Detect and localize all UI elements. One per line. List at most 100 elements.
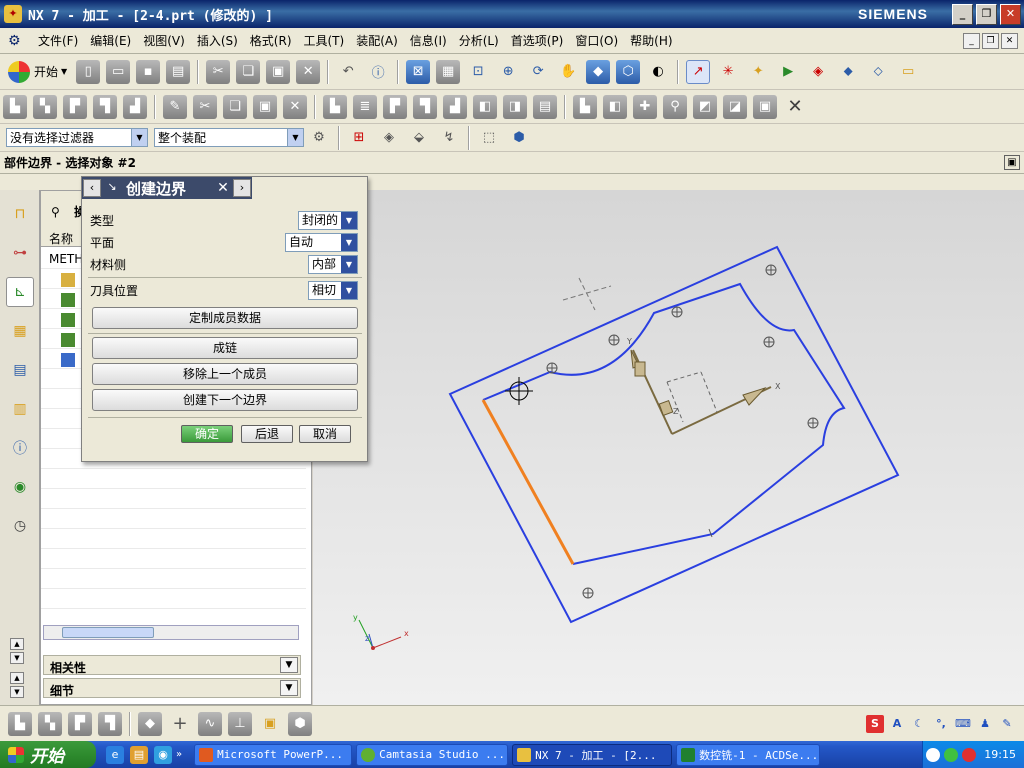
part-color-icon[interactable]: ▣	[258, 712, 282, 736]
menu-analysis[interactable]: 分析(L)	[453, 32, 505, 49]
feed-rate-icon[interactable]: ▙	[573, 94, 597, 119]
ime-chinese-icon[interactable]: A	[888, 715, 906, 733]
menu-view[interactable]: 视图(V)	[137, 32, 191, 49]
shop-doc-icon[interactable]: ⬦	[866, 60, 890, 84]
chevron-down-icon[interactable]: ▼	[280, 657, 298, 673]
operation-navigator-icon[interactable]: ⊾	[6, 277, 34, 307]
scroll-up-icon[interactable]: ▲	[10, 638, 24, 650]
op-geometry-icon[interactable]: ▛	[68, 711, 92, 736]
ie-icon[interactable]: e	[106, 745, 124, 764]
plane-dropdown[interactable]: 自动 ▼	[285, 233, 358, 252]
menu-edit[interactable]: 编辑(E)	[84, 32, 137, 49]
menu-insert[interactable]: 插入(S)	[191, 32, 244, 49]
copy-icon[interactable]: ❏	[236, 59, 261, 84]
print-icon[interactable]: ▤	[166, 59, 191, 84]
gouge-check-icon[interactable]: ◧	[473, 94, 497, 119]
ime-keyboard-icon[interactable]: ⌨	[954, 715, 972, 733]
orient-view-icon[interactable]: ⬡	[616, 59, 641, 84]
chain-button[interactable]: 成链	[92, 337, 358, 359]
ime-moon-icon[interactable]: ☾	[910, 715, 928, 733]
op-tool-icon[interactable]: ▚	[38, 711, 62, 736]
graphics-window[interactable]: Y X Z x y z	[313, 190, 1024, 705]
task-camtasia[interactable]: Camtasia Studio ...	[356, 743, 509, 766]
menu-assembly[interactable]: 装配(A)	[350, 32, 404, 49]
tray-network-icon[interactable]	[944, 747, 959, 762]
selection-filter-dropdown[interactable]: 没有选择过滤器 ▼	[6, 128, 148, 147]
select-curves-icon[interactable]: ↯	[437, 126, 461, 150]
toolpath-verify-icon[interactable]: ▛	[383, 94, 407, 119]
tool-path-transform-icon[interactable]: ✚	[633, 94, 657, 119]
shop-document-icon[interactable]: ▤	[533, 94, 557, 119]
delete-icon[interactable]: ✕	[296, 59, 321, 84]
feature-icon[interactable]: ◆	[138, 711, 162, 736]
minimize-button[interactable]: _	[952, 3, 973, 25]
shading-icon[interactable]: ◐	[646, 60, 670, 84]
pan-icon[interactable]: ✋	[556, 60, 580, 84]
program-order-view-icon[interactable]: ▙	[3, 94, 27, 119]
custom-member-data-button[interactable]: 定制成员数据	[92, 307, 358, 329]
scroll-down-icon[interactable]: ▼	[10, 686, 24, 698]
material-side-dropdown[interactable]: 内部 ▼	[308, 255, 358, 274]
scrollbar-thumb[interactable]	[62, 627, 154, 638]
zoom-window-icon[interactable]: ▦	[436, 59, 461, 84]
save-icon[interactable]: ▪	[136, 59, 161, 84]
task-nx[interactable]: NX 7 - 加工 - [2...	[512, 743, 673, 766]
menu-window[interactable]: 窗口(O)	[569, 32, 624, 49]
rectangle-select-icon[interactable]: ⬚	[477, 126, 501, 150]
copy-object-icon[interactable]: ❏	[223, 94, 247, 119]
back-button[interactable]: 后退	[241, 425, 293, 443]
machine-control-icon[interactable]: ◧	[603, 94, 627, 119]
output-clsf-icon[interactable]: ◨	[503, 94, 527, 119]
delete-object-icon[interactable]: ✕	[283, 94, 307, 119]
reuse-library-icon[interactable]: ▥	[6, 394, 34, 424]
point-icon[interactable]: +	[168, 712, 192, 736]
constraint-navigator-icon[interactable]: ⊶	[6, 238, 34, 268]
toolpath-simulate-icon[interactable]: ▜	[413, 94, 437, 119]
method-view-icon[interactable]: ▜	[93, 94, 117, 119]
undo-icon[interactable]: ↶	[336, 60, 360, 84]
datum-icon[interactable]: ⊥	[228, 711, 252, 736]
navigator-horizontal-scrollbar[interactable]	[43, 625, 299, 640]
scroll-down-icon[interactable]: ▼	[10, 652, 24, 664]
select-body-icon[interactable]: ⬢	[507, 126, 531, 150]
menu-tools[interactable]: 工具(T)	[298, 32, 351, 49]
machine-tool-view-icon[interactable]: ▚	[33, 94, 57, 119]
doc-restore-button[interactable]: ❐	[982, 32, 999, 49]
dependencies-section[interactable]: 相关性 ▼	[43, 655, 301, 675]
information-icon[interactable]: ⓘ	[366, 60, 390, 84]
unblank-icon[interactable]: ◪	[723, 94, 747, 119]
op-method-icon[interactable]: ▜	[98, 711, 122, 736]
pin-icon[interactable]: ⚲	[51, 205, 60, 219]
chevron-left-icon[interactable]: ‹	[83, 179, 101, 197]
menu-format[interactable]: 格式(R)	[244, 32, 298, 49]
menu-help[interactable]: 帮助(H)	[624, 32, 678, 49]
new-file-icon[interactable]: ▯	[76, 59, 101, 84]
wcs-origin-icon[interactable]: ✳	[716, 60, 740, 84]
tray-arrow-icon[interactable]	[926, 747, 941, 762]
close-button[interactable]: ✕	[1000, 3, 1021, 25]
chevron-right-icon[interactable]: »	[176, 749, 182, 760]
wcs-dynamic-icon[interactable]: ↗	[686, 59, 711, 84]
verify-path-icon[interactable]: ◈	[806, 60, 830, 84]
toolpath-delete-icon[interactable]: ▟	[443, 94, 467, 119]
create-next-boundary-button[interactable]: 创建下一个边界	[92, 389, 358, 411]
details-section[interactable]: 细节 ▼	[43, 678, 301, 698]
open-file-icon[interactable]: ▭	[106, 59, 131, 84]
cancel-button[interactable]: 取消	[299, 425, 351, 443]
scroll-up-icon[interactable]: ▲	[10, 672, 24, 684]
fit-view-icon[interactable]: ⊠	[406, 59, 431, 84]
ime-s-icon[interactable]: S	[866, 714, 884, 733]
object-display-icon[interactable]: ⚲	[663, 94, 687, 119]
measure-icon[interactable]: ▭	[896, 60, 920, 84]
ok-button[interactable]: 确定	[181, 425, 233, 443]
fullscreen-icon[interactable]: ▣	[1004, 155, 1020, 170]
paste-object-icon[interactable]: ▣	[253, 94, 277, 119]
menu-preferences[interactable]: 首选项(P)	[505, 32, 570, 49]
chevron-down-icon[interactable]: ▼	[280, 680, 298, 696]
create-program-icon[interactable]: ▟	[123, 94, 147, 119]
task-acdsee[interactable]: 数控铣-1 - ACDSe...	[676, 743, 821, 766]
clock-history-icon[interactable]: ◷	[6, 511, 34, 541]
zoom-icon[interactable]: ⊕	[496, 60, 520, 84]
menu-information[interactable]: 信息(I)	[404, 32, 453, 49]
machine-tool-navigator-icon[interactable]: ▦	[6, 316, 34, 346]
